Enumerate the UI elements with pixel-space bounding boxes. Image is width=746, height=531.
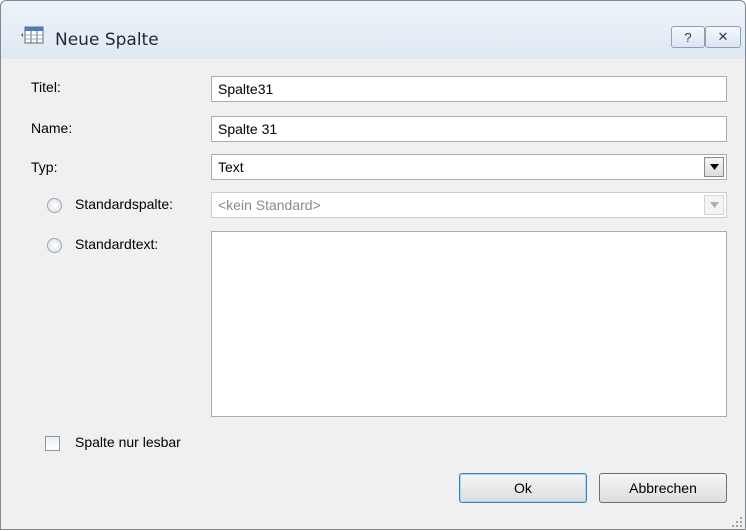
readonly-checkbox[interactable] <box>45 436 60 451</box>
name-label: Name: <box>31 120 73 136</box>
standardtext-textarea[interactable] <box>211 231 727 417</box>
typ-select[interactable]: Text <box>211 154 727 180</box>
titel-label: Titel: <box>31 79 61 95</box>
help-button[interactable]: ? <box>671 26 705 48</box>
titel-input[interactable] <box>211 76 727 102</box>
typ-label: Typ: <box>31 159 58 175</box>
standardspalte-radio[interactable] <box>47 198 62 213</box>
column-add-icon <box>21 23 47 47</box>
name-input[interactable] <box>211 116 727 142</box>
standardspalte-value: <kein Standard> <box>218 197 321 213</box>
chevron-down-icon[interactable] <box>704 157 724 177</box>
readonly-label: Spalte nur lesbar <box>75 434 181 450</box>
typ-value: Text <box>218 159 244 175</box>
close-button[interactable]: ✕ <box>705 26 741 48</box>
ok-button[interactable]: Ok <box>459 473 587 503</box>
standardspalte-label: Standardspalte: <box>75 196 174 212</box>
close-icon: ✕ <box>717 29 729 44</box>
cancel-button[interactable]: Abbrechen <box>599 473 727 503</box>
title-bar[interactable]: Neue Spalte ? ✕ <box>1 1 745 59</box>
chevron-down-icon <box>704 195 724 215</box>
resize-grip-icon[interactable] <box>731 515 743 527</box>
window-title: Neue Spalte <box>55 30 159 50</box>
standardspalte-select[interactable]: <kein Standard> <box>211 192 727 218</box>
standardtext-radio[interactable] <box>47 238 62 253</box>
new-column-dialog: Neue Spalte ? ✕ Titel: Name: Typ: Text S… <box>0 0 746 530</box>
standardtext-label: Standardtext: <box>75 236 159 252</box>
